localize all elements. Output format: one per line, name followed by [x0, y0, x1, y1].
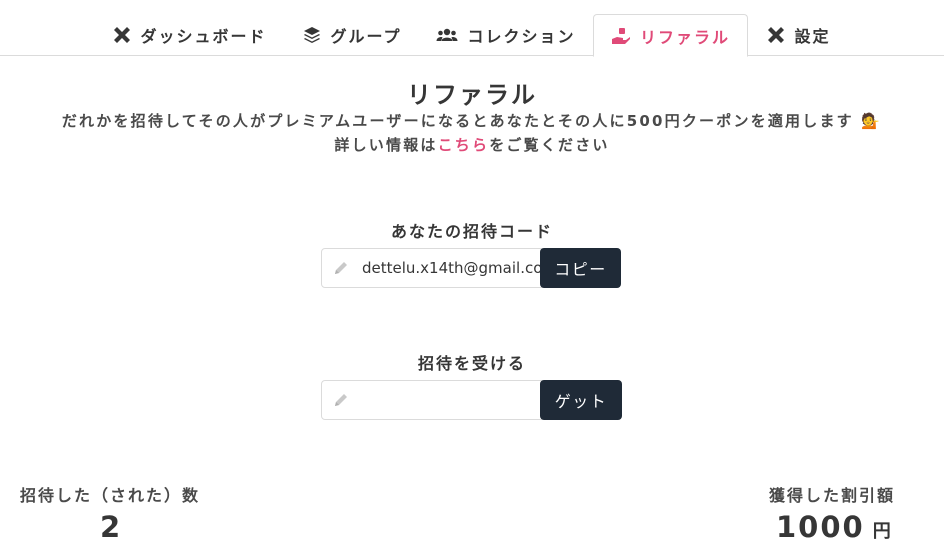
tab-collections[interactable]: コレクション — [425, 14, 587, 56]
discount-amount-number: 1000 — [776, 510, 865, 544]
more-info-line: 詳しい情報はこちらをご覧ください — [0, 134, 944, 155]
pencil-icon — [333, 392, 349, 412]
tab-label: グループ — [330, 27, 402, 46]
users-icon — [436, 26, 458, 44]
page-description: だれかを招待してその人がプレミアムユーザーになるとあなたとその人に500円クーポ… — [61, 112, 883, 130]
tab-settings[interactable]: 設定 — [758, 14, 840, 56]
tab-bar: ダッシュボード グループ コレクション リファラル 設定 — [0, 0, 944, 57]
page-title: リファラル — [407, 81, 537, 109]
receive-invite-field-wrap — [321, 380, 542, 420]
discount-unit: 円 — [872, 521, 893, 542]
receive-invite-label: 招待を受ける — [417, 354, 526, 373]
more-info-suffix: をご覧ください — [489, 136, 610, 154]
discount-amount-value: 1000 円 — [776, 510, 893, 544]
hand-gift-icon — [611, 27, 631, 45]
tab-label: リファラル — [639, 27, 730, 47]
layers-icon — [303, 26, 321, 44]
tab-referral[interactable]: リファラル — [593, 14, 748, 57]
tab-label: ダッシュボード — [140, 27, 267, 46]
discount-amount-label: 獲得した割引額 — [769, 486, 896, 505]
more-info-link[interactable]: こちら — [438, 136, 490, 154]
tab-dashboard[interactable]: ダッシュボード — [100, 14, 280, 56]
tools-icon — [767, 26, 785, 44]
invited-count-value: 2 — [100, 510, 123, 544]
tools-icon — [113, 26, 131, 44]
get-button[interactable]: ゲット — [540, 380, 622, 420]
more-info-prefix: 詳しい情報は — [334, 136, 438, 154]
invite-code-input[interactable] — [362, 249, 540, 287]
tab-label: 設定 — [794, 27, 831, 46]
tab-label: コレクション — [467, 27, 576, 46]
pencil-icon — [333, 260, 349, 280]
invite-code-label: あなたの招待コード — [390, 222, 553, 241]
invite-code-field-wrap — [321, 248, 542, 288]
tab-groups[interactable]: グループ — [290, 14, 415, 56]
receive-invite-input[interactable] — [362, 381, 540, 419]
invited-count-label: 招待した（された）数 — [20, 486, 201, 505]
copy-button[interactable]: コピー — [540, 248, 621, 288]
